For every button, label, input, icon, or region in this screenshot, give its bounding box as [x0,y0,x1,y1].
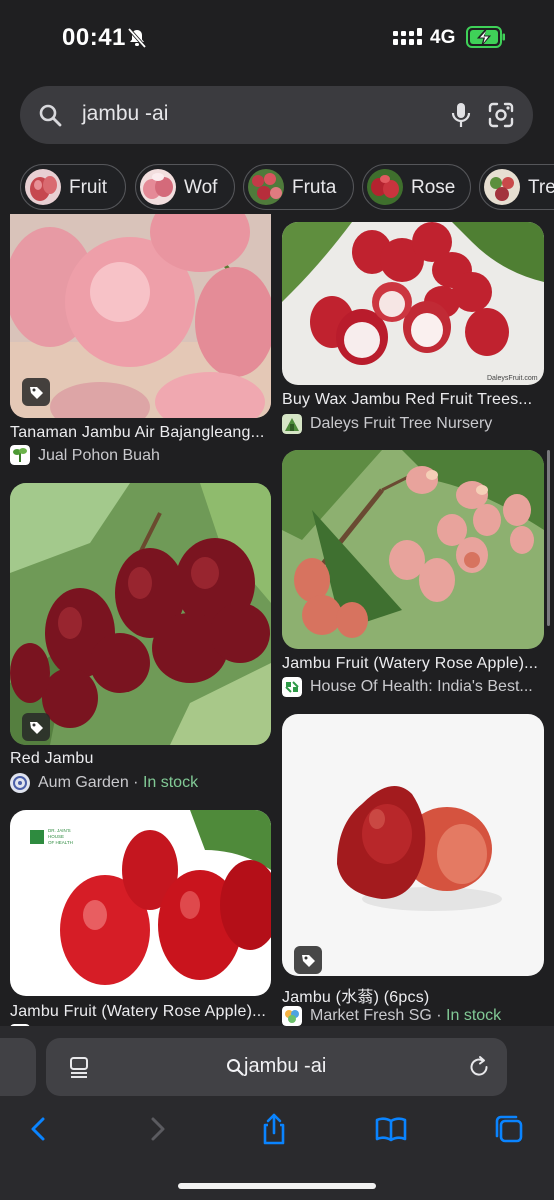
result-source[interactable]: House Of Health: India's Best... [310,678,540,696]
reload-icon[interactable] [467,1055,491,1079]
result-card[interactable]: Tanaman Jambu Air Bajangleang... [10,214,272,452]
address-bar[interactable]: jambu -ai [46,1038,507,1096]
result-title[interactable]: Jambu Fruit (Watery Rose Apple)... [282,655,544,673]
filter-chips: Fruit Wof Fruta Rose Tre [0,164,554,212]
product-tag-icon [294,946,322,974]
logo-text: HOUSE [48,834,64,839]
result-card[interactable]: Jambu (水蓊) (6pcs) Market Fresh SG · In s… [282,714,544,1026]
address-text[interactable]: jambu -ai [244,1055,326,1078]
result-source[interactable]: Jual Pohon Buah [38,447,268,465]
source-name: Jual Pohon Buah [38,447,160,464]
tabs-icon[interactable] [492,1112,526,1146]
search-query[interactable]: jambu -ai [82,102,168,126]
chip-label: Rose [411,177,456,198]
search-bar[interactable]: jambu -ai [20,86,533,144]
source-favicon [282,677,302,697]
source-name: Daleys Fruit Tree Nursery [310,415,493,432]
battery-charging-icon [466,26,505,48]
search-icon [227,1059,244,1076]
status-bar: 00:41 4G [0,0,554,76]
result-image[interactable] [10,483,271,745]
bell-muted-icon [127,27,147,49]
product-tag-icon [22,378,50,406]
source-name: House Of Health: India's Best... [310,678,533,695]
stock-status: In stock [142,774,199,791]
chip-thumbnail [25,169,61,205]
result-image[interactable]: DaleysFruit.com [282,222,544,385]
result-source[interactable]: Aum Garden · In stock [38,774,268,792]
network-type: 4G [430,27,456,48]
source-favicon [10,445,30,465]
result-title[interactable]: Tanaman Jambu Air Bajangleang... [10,424,272,442]
logo-text: OF HEALTH [48,840,73,845]
chip-thumbnail [484,169,520,205]
chip-thumbnail [248,169,284,205]
previous-tab-edge[interactable] [0,1038,36,1096]
chip-rose[interactable]: Rose [362,164,471,210]
result-source[interactable]: Daleys Fruit Tree Nursery [310,415,540,433]
lens-camera-icon[interactable] [488,102,514,128]
result-image[interactable] [10,214,271,418]
chip-label: Tre [528,177,554,198]
image-watermark: DaleysFruit.com [487,375,538,382]
result-source[interactable]: Market Fresh SG · In stock [310,1007,540,1025]
chip-label: Fruta [292,177,337,198]
result-title[interactable]: Buy Wax Jambu Red Fruit Trees... [282,391,544,409]
result-title[interactable]: Jambu Fruit (Watery Rose Apple)... [10,1003,272,1021]
search-icon [39,104,62,127]
signal-icon [393,28,422,45]
chip-fruit[interactable]: Fruit [20,164,126,210]
chip-fruta[interactable]: Fruta [243,164,354,210]
microphone-icon[interactable] [450,101,472,129]
product-tag-icon [22,713,50,741]
source-name: Market Fresh SG [310,1007,432,1024]
stock-status: In stock [446,1007,502,1024]
result-title[interactable]: Red Jambu [10,750,272,768]
page-menu-icon[interactable] [68,1056,90,1078]
bookmarks-icon[interactable] [374,1112,408,1146]
chip-wof[interactable]: Wof [135,164,235,210]
chip-label: Fruit [69,177,107,198]
chip-thumbnail [367,169,403,205]
forward-icon[interactable] [140,1112,174,1146]
result-image[interactable]: DR. JAIN'S HOUSE OF HEALTH [10,810,271,996]
browser-toolbar: jambu -ai [0,1026,554,1200]
chip-tre[interactable]: Tre [479,164,554,210]
result-card[interactable]: DaleysFruit.com Buy Wax Jambu Red Fruit … [282,222,544,437]
scrollbar[interactable] [547,450,550,626]
chip-thumbnail [140,169,176,205]
result-card[interactable]: Red Jambu Aum Garden · In stock [10,483,272,793]
chip-label: Wof [184,177,218,198]
clock: 00:41 [62,24,126,51]
share-icon[interactable] [257,1112,291,1146]
source-favicon [10,773,30,793]
result-image[interactable] [282,450,544,649]
home-indicator[interactable] [178,1183,376,1189]
result-image[interactable] [282,714,544,976]
result-card[interactable]: Jambu Fruit (Watery Rose Apple)... House… [282,450,544,700]
result-card[interactable]: DR. JAIN'S HOUSE OF HEALTH Jambu Fruit (… [10,810,272,1026]
source-name: Aum Garden [38,774,129,791]
source-favicon [282,1006,302,1026]
source-favicon [282,414,302,434]
image-results: Tanaman Jambu Air Bajangleang... Jual Po… [0,214,554,1026]
back-icon[interactable] [22,1112,56,1146]
result-title[interactable]: Jambu (水蓊) (6pcs) [282,983,544,1007]
logo-text: DR. JAIN'S [48,828,71,833]
